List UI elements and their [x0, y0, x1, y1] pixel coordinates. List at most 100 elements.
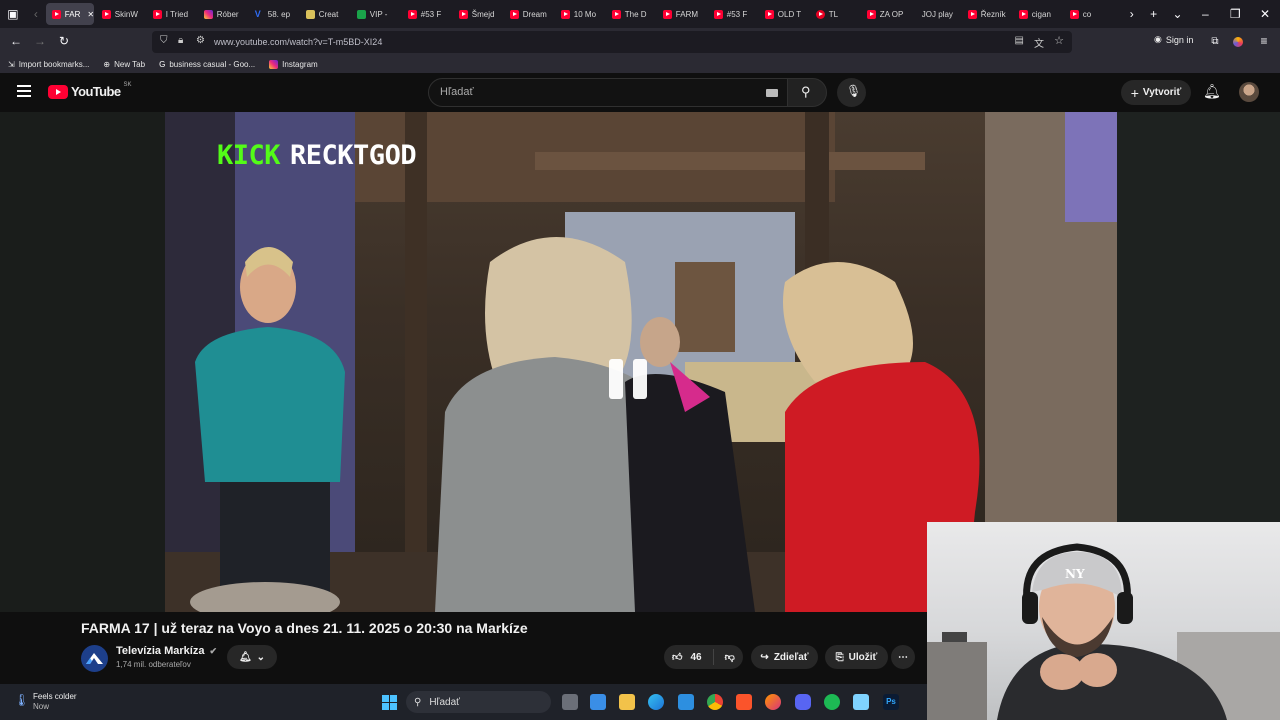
tab-label: SkinW	[114, 9, 138, 19]
url-text[interactable]: www.youtube.com/watch?v=T-m5BD-XI24	[214, 37, 382, 47]
forward-icon[interactable]: →	[30, 28, 50, 55]
thermometer-icon[interactable]: 🌡︎	[14, 693, 29, 707]
browser-tab[interactable]: SkinW	[96, 3, 145, 25]
taskbar-search[interactable]: ⚲ Hľadať	[406, 691, 551, 713]
dislike-button[interactable]: 👎︎	[725, 651, 735, 663]
browser-tab[interactable]: #53 F	[708, 3, 757, 25]
edge-icon[interactable]	[648, 694, 664, 710]
like-button[interactable]: 👍︎ 46	[672, 651, 702, 664]
back-icon[interactable]: ←	[6, 28, 26, 55]
browser-tab[interactable]: Creat	[300, 3, 349, 25]
firefox-icon[interactable]	[765, 694, 781, 710]
tab-favicon-icon	[203, 9, 213, 19]
save-button[interactable]: ⎘ Uložiť	[825, 645, 888, 669]
tab-strip: FAR ✕ SkinW I Tried Róber V 58. ep Creat VIP - #5…	[45, 3, 1121, 25]
thumbs-down-icon: 👎︎	[724, 652, 735, 663]
bookmark-instagram[interactable]: Instagram	[269, 59, 318, 69]
address-bar[interactable]: ⛉ 🔒︎ ⚙ www.youtube.com/watch?v=T-m5BD-XI…	[152, 31, 1072, 53]
browser-tab[interactable]: Dream	[504, 3, 553, 25]
browser-tab[interactable]: I Tried	[147, 3, 196, 25]
discord-icon[interactable]	[795, 694, 811, 710]
share-button[interactable]: ↪ Zdieľať	[751, 645, 818, 669]
tab-favicon-icon	[509, 9, 519, 19]
hamburger-icon[interactable]	[17, 85, 31, 97]
shield-icon[interactable]: ⛉	[160, 35, 168, 46]
notifications-bell-icon[interactable]: 🔔︎	[1203, 83, 1221, 100]
tab-label: TL	[828, 9, 839, 19]
bookmark-import[interactable]: ⇲ Import bookmarks...	[8, 60, 89, 69]
tab-overview-icon[interactable]: ▣	[0, 0, 26, 28]
sign-in-button[interactable]: ◉ Sign in	[1154, 34, 1193, 45]
browser-tab[interactable]: 10 Mo	[555, 3, 604, 25]
tab-favicon-icon	[560, 9, 570, 19]
browser-tab[interactable]: OLD T	[759, 3, 808, 25]
spotify-icon[interactable]	[824, 694, 840, 710]
scroll-left-icon[interactable]: ‹	[26, 0, 46, 28]
tab-label: cigan	[1031, 9, 1051, 19]
permissions-icon[interactable]: ⚙	[196, 35, 205, 46]
youtube-logo[interactable]: YouTube SK	[48, 82, 132, 99]
tab-favicon-icon	[101, 9, 111, 19]
reload-icon[interactable]: ↻	[54, 28, 74, 55]
user-avatar[interactable]	[1239, 82, 1259, 102]
extensions-icon[interactable]: ⧉	[1206, 28, 1224, 55]
channel-avatar[interactable]	[81, 645, 108, 672]
keyboard-icon[interactable]	[766, 89, 778, 97]
browser-tab[interactable]: VIP -	[351, 3, 400, 25]
stream-overlay-badge: KICK RECKTGOD	[217, 140, 417, 171]
profile-icon[interactable]	[1233, 37, 1243, 47]
more-actions-button[interactable]: ⋯	[891, 645, 915, 669]
browser-tab[interactable]: Šmejd	[453, 3, 502, 25]
instagram-icon	[269, 59, 279, 69]
menu-icon[interactable]: ≡	[1256, 28, 1272, 55]
browser-tab[interactable]: Řezník	[962, 3, 1011, 25]
voice-search-button[interactable]: 🎙︎	[837, 78, 866, 107]
webcam-overlay: NY	[927, 522, 1280, 720]
tab-favicon-icon	[1018, 9, 1028, 19]
browser-tab[interactable]: ZA OP	[861, 3, 910, 25]
scroll-right-icon[interactable]: ›	[1121, 0, 1143, 28]
browser-tab[interactable]: cigan	[1013, 3, 1062, 25]
weather-widget[interactable]: Feels colder Now	[33, 692, 77, 712]
search-input[interactable]: Hľadať	[428, 78, 788, 107]
channel-name[interactable]: Televízia Markíza ✔	[116, 645, 217, 657]
notepad-icon[interactable]	[853, 694, 869, 710]
close-tab-icon[interactable]: ✕	[87, 10, 93, 19]
restore-icon[interactable]: ❐	[1220, 0, 1250, 28]
lock-icon[interactable]: 🔒︎	[178, 35, 183, 46]
close-window-icon[interactable]: ✕	[1250, 0, 1280, 28]
browser-tab[interactable]: co	[1064, 3, 1113, 25]
browser-tab[interactable]: FARM	[657, 3, 706, 25]
new-tab-icon[interactable]: +	[1143, 0, 1165, 28]
bookmark-star-icon[interactable]: ☆	[1054, 34, 1064, 47]
search-button[interactable]: ⚲	[787, 78, 827, 107]
store-icon[interactable]	[590, 694, 606, 710]
svg-text:NY: NY	[1065, 567, 1085, 581]
browser-tab[interactable]: #53 F	[402, 3, 451, 25]
browser-tab[interactable]: The D	[606, 3, 655, 25]
pause-icon[interactable]	[609, 359, 651, 399]
task-view-icon[interactable]	[562, 694, 578, 710]
browser-tab[interactable]: Róber	[198, 3, 247, 25]
brave-icon[interactable]	[736, 694, 752, 710]
windows-start-icon[interactable]	[382, 695, 397, 710]
translate-icon[interactable]: 文	[1034, 35, 1044, 50]
bookmark-new-tab[interactable]: ⊕ New Tab	[103, 60, 145, 69]
browser-tab[interactable]: V 58. ep	[249, 3, 298, 25]
bell-icon: 🔔︎	[238, 651, 252, 663]
browser-tab[interactable]: JOJ play	[912, 3, 960, 25]
chrome-icon[interactable]	[707, 694, 723, 710]
tab-label: ZA OP	[879, 9, 904, 19]
browser-tab[interactable]: FAR ✕	[45, 3, 94, 25]
reader-view-icon[interactable]: ▤	[1015, 35, 1024, 46]
minimize-icon[interactable]: –	[1190, 0, 1220, 28]
file-explorer-icon[interactable]	[619, 694, 635, 710]
subscribed-notifications-button[interactable]: 🔔︎ ⌄	[227, 645, 277, 669]
photos-icon[interactable]	[678, 694, 694, 710]
photoshop-icon[interactable]: Ps	[883, 694, 899, 710]
tab-favicon-icon	[1069, 9, 1079, 19]
browser-tab[interactable]: TL	[810, 3, 859, 25]
list-tabs-icon[interactable]: ⌄	[1165, 0, 1191, 28]
bookmark-business-casual[interactable]: Gbusiness casual - Goo...	[159, 60, 255, 69]
create-button[interactable]: + Vytvoriť	[1121, 80, 1191, 105]
